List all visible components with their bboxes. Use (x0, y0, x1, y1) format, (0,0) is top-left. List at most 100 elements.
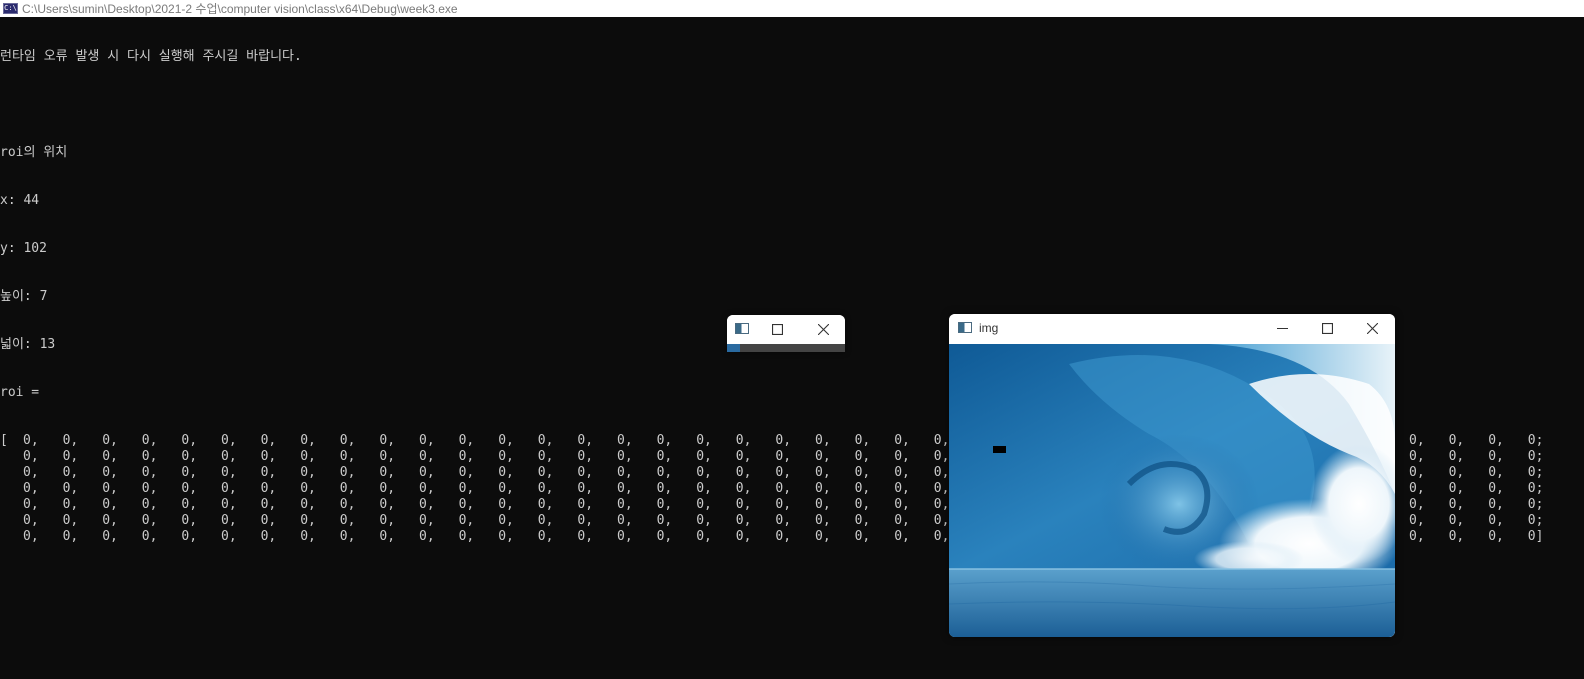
window-app-icon (735, 323, 749, 334)
matrix-cell: 0, (181, 481, 198, 496)
close-button[interactable] (801, 315, 845, 344)
matrix-cell: 0, (894, 529, 910, 544)
matrix-cell: 0, (221, 481, 237, 496)
matrix-cell: 0, (181, 465, 198, 480)
matrix-cell: 0, (696, 529, 712, 544)
matrix-cell: 0, (1409, 497, 1425, 512)
matrix-cell: 0, (300, 513, 316, 528)
matrix-cell: 0, (181, 529, 198, 544)
matrix-cell: 0, (62, 449, 79, 464)
matrix-cell: 0, (735, 497, 752, 512)
matrix-cell: 0, (775, 433, 792, 448)
matrix-cell: 0, (62, 529, 79, 544)
matrix-cell: 0, (815, 529, 831, 544)
matrix-cell: 0, (577, 481, 594, 496)
matrix-cell: 0, (379, 449, 396, 464)
matrix-cell: 0, (933, 513, 950, 528)
img-window-titlebar[interactable]: img (949, 314, 1395, 343)
console-titlebar[interactable]: C:\ C:\Users\sumin\Desktop\2021-2 수업\com… (0, 0, 1584, 17)
matrix-cell: 0, (854, 529, 871, 544)
matrix-cell: 0, (339, 481, 356, 496)
matrix-cell: 0, (775, 497, 792, 512)
matrix-cell: 0, (379, 465, 396, 480)
matrix-cell: 0, (300, 497, 316, 512)
matrix-cell: 0, (23, 513, 39, 528)
maximize-button[interactable] (755, 315, 799, 344)
matrix-cell: 0, (735, 433, 752, 448)
matrix-cell: 0, (577, 465, 594, 480)
matrix-cell: 0, (300, 449, 316, 464)
img-window[interactable]: img (949, 314, 1395, 637)
matrix-cell: 0, (300, 433, 316, 448)
matrix-cell: 0, (537, 497, 554, 512)
matrix-cell: 0, (419, 513, 435, 528)
matrix-cell: 0, (419, 433, 435, 448)
matrix-cell: 0, (498, 465, 514, 480)
matrix-cell: 0, (775, 529, 792, 544)
matrix-cell: 0, (260, 465, 277, 480)
matrix-cell: 0, (300, 529, 316, 544)
matrix-cell: 0, (1488, 513, 1504, 528)
roi-marker (993, 446, 1006, 453)
ocean-wave-photo (949, 344, 1395, 637)
console-line: 높이: 7 (0, 289, 48, 304)
matrix-cell: 0, (458, 513, 475, 528)
ocean-wave-image (949, 344, 1395, 637)
matrix-cell: 0, (300, 465, 316, 480)
matrix-cell: 0, (339, 433, 356, 448)
matrix-cell: 0, (617, 433, 633, 448)
console-title: C:\Users\sumin\Desktop\2021-2 수업\compute… (22, 2, 458, 16)
matrix-cell: 0, (498, 497, 514, 512)
matrix-cell: 0, (933, 465, 950, 480)
matrix-cell: 0, (221, 529, 237, 544)
matrix-cell: 0, (458, 465, 475, 480)
matrix-cell: 0, (854, 481, 871, 496)
matrix-cell: 0, (458, 481, 475, 496)
roi-image (727, 344, 845, 352)
console-line: y: 102 (0, 241, 47, 256)
matrix-cell: 0, (23, 465, 39, 480)
matrix-cell: 0, (735, 449, 752, 464)
maximize-button[interactable] (1305, 314, 1349, 343)
matrix-cell: 0, (696, 449, 712, 464)
matrix-cell: 0, (339, 497, 356, 512)
matrix-cell: 0, (102, 497, 118, 512)
matrix-cell: 0, (735, 465, 752, 480)
matrix-cell: 0, (23, 433, 39, 448)
maximize-icon (771, 324, 783, 335)
matrix-cell: 0, (339, 465, 356, 480)
roi-image-pixels (727, 344, 740, 352)
matrix-cell: 0, (933, 449, 950, 464)
matrix-cell: 0, (696, 465, 712, 480)
matrix-cell: 0, (815, 497, 831, 512)
matrix-cell: 0, (656, 465, 673, 480)
roi-window[interactable] (727, 315, 845, 352)
matrix-cell: 0, (498, 449, 514, 464)
matrix-cell: 0, (1448, 529, 1465, 544)
matrix-cell: 0, (1409, 449, 1425, 464)
roi-window-titlebar[interactable] (727, 315, 845, 344)
matrix-cell: 0, (933, 433, 950, 448)
minimize-button[interactable] (1260, 314, 1304, 343)
matrix-cell: 0, (1488, 433, 1504, 448)
matrix-cell: 0, (933, 497, 950, 512)
matrix-cell: 0, (775, 449, 792, 464)
matrix-open-bracket: [ (0, 433, 8, 448)
matrix-cell: 0, (1448, 481, 1465, 496)
matrix-cell: 0, (894, 513, 910, 528)
close-button[interactable] (1350, 314, 1394, 343)
matrix-cell: 0; (1527, 449, 1544, 464)
matrix-cell: 0, (537, 433, 554, 448)
matrix-cell: 0, (379, 433, 396, 448)
matrix-cell: 0, (1409, 465, 1425, 480)
matrix-cell: 0, (617, 497, 633, 512)
matrix-cell: 0, (854, 513, 871, 528)
matrix-cell: 0, (141, 497, 158, 512)
matrix-cell: 0, (62, 513, 79, 528)
matrix-cell: 0, (1488, 529, 1504, 544)
matrix-cell: 0, (102, 481, 118, 496)
matrix-cell: 0, (260, 449, 277, 464)
matrix-cell: 0, (181, 449, 198, 464)
matrix-cell: 0, (260, 513, 277, 528)
matrix-cell: 0, (617, 449, 633, 464)
